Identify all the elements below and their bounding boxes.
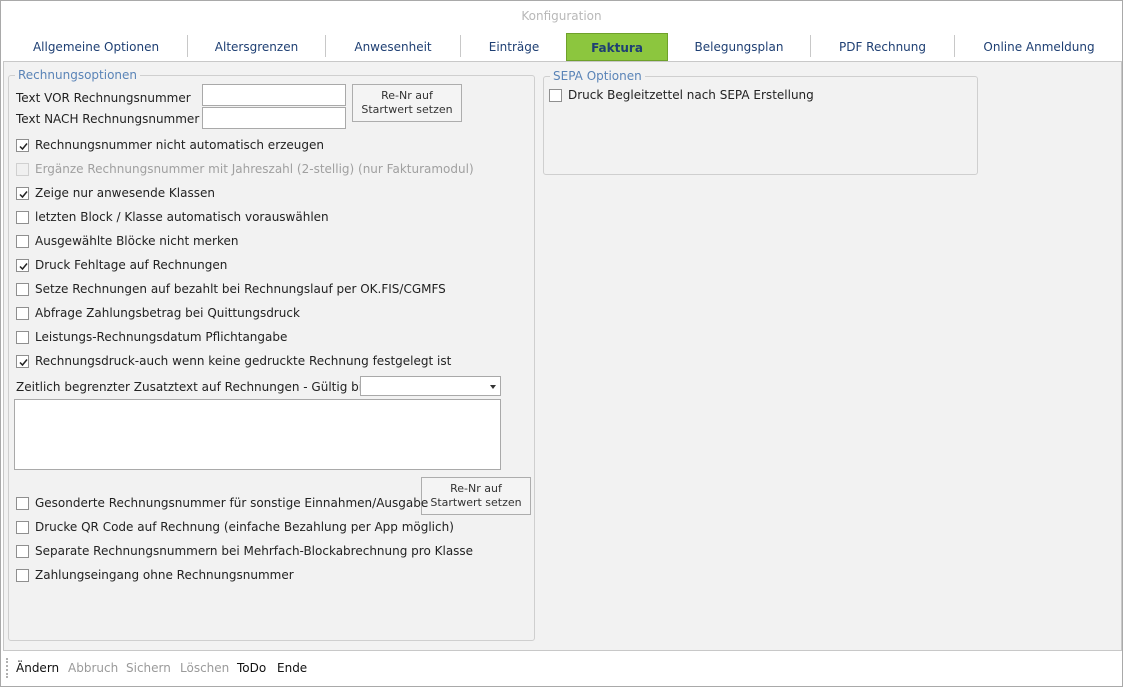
checkbox-row[interactable]: Rechnungsdruck-auch wenn keine gedruckte… — [16, 353, 451, 369]
tab-faktura[interactable]: Faktura — [566, 33, 668, 61]
checkbox-unchecked[interactable] — [16, 330, 29, 344]
group-title-rechnungsoptionen: Rechnungsoptionen — [15, 68, 141, 82]
checkbox-label: Leistungs-Rechnungsdatum Pflichtangabe — [35, 330, 288, 344]
bottom-toolbar: Ändern Abbruch Sichern Löschen ToDo Ende — [1, 652, 1122, 686]
checkbox-checked[interactable] — [16, 258, 29, 272]
checkbox-checked[interactable] — [16, 354, 29, 368]
checkbox-label: Zeige nur anwesende Klassen — [35, 186, 215, 200]
checkbox-row[interactable]: Rechnungsnummer nicht automatisch erzeug… — [16, 137, 324, 153]
renr-startwert-button-2[interactable]: Re-Nr auf Startwert setzen — [421, 477, 531, 515]
checkbox-unchecked[interactable] — [16, 496, 29, 510]
sepa-optionen-group: SEPA Optionen Druck Begleitzettel nach S… — [543, 69, 978, 175]
tab-content-faktura: Rechnungsoptionen Text VOR Rechnungsnumm… — [3, 61, 1122, 651]
checkbox-unchecked[interactable] — [16, 544, 29, 558]
checkbox-row[interactable]: Separate Rechnungsnummern bei Mehrfach-B… — [16, 543, 473, 559]
checkbox-row[interactable]: Leistungs-Rechnungsdatum Pflichtangabe — [16, 329, 287, 345]
aendern-button[interactable]: Ändern — [16, 661, 59, 675]
checkbox-row[interactable]: Druck Fehltage auf Rechnungen — [16, 257, 227, 273]
checkbox-checked[interactable] — [16, 138, 29, 152]
checkbox-label: Ergänze Rechnungsnummer mit Jahreszahl (… — [35, 162, 474, 176]
checkbox-label: Abfrage Zahlungsbetrag bei Quittungsdruc… — [35, 306, 300, 320]
checkbox-unchecked[interactable] — [16, 282, 29, 296]
checkbox-row[interactable]: Druck Begleitzettel nach SEPA Erstellung — [549, 87, 814, 103]
checkbox-label: Setze Rechnungen auf bezahlt bei Rechnun… — [35, 282, 446, 296]
checkbox-label: Zahlungseingang ohne Rechnungsnummer — [35, 568, 294, 582]
checkbox-label: Rechnungsdruck-auch wenn keine gedruckte… — [35, 354, 452, 368]
checkbox-unchecked[interactable] — [16, 210, 29, 224]
rechnungsoptionen-group: Rechnungsoptionen Text VOR Rechnungsnumm… — [8, 68, 535, 641]
checkbox-unchecked[interactable] — [549, 88, 562, 102]
checkbox-unchecked[interactable] — [16, 234, 29, 248]
tab-altersgrenzen[interactable]: Altersgrenzen — [188, 33, 325, 61]
text-nach-label: Text NACH Rechnungsnummer — [16, 112, 200, 126]
zusatztext-date-select[interactable] — [360, 376, 501, 396]
abbruch-button[interactable]: Abbruch — [68, 661, 118, 675]
checkbox-label: Druck Begleitzettel nach SEPA Erstellung — [568, 88, 814, 102]
checkbox-row[interactable]: Zeige nur anwesende Klassen — [16, 185, 215, 201]
todo-button[interactable]: ToDo — [237, 661, 266, 675]
toolbar-grip-icon — [6, 658, 8, 678]
tab-online-anmeldung[interactable]: Online Anmeldung — [955, 33, 1123, 61]
checkbox-unchecked[interactable] — [16, 306, 29, 320]
text-vor-label: Text VOR Rechnungsnummer — [16, 91, 191, 105]
checkbox-row[interactable]: Ausgewählte Blöcke nicht merken — [16, 233, 238, 249]
group-title-sepa: SEPA Optionen — [550, 69, 645, 83]
checkbox-row[interactable]: letzten Block / Klasse automatisch vorau… — [16, 209, 329, 225]
chevron-down-icon[interactable] — [490, 385, 496, 389]
zusatztext-textarea[interactable] — [14, 399, 501, 470]
checkbox-label: Drucke QR Code auf Rechnung (einfache Be… — [35, 520, 454, 534]
tab-allgemeine-optionen[interactable]: Allgemeine Optionen — [5, 33, 187, 61]
checkbox-row[interactable]: Setze Rechnungen auf bezahlt bei Rechnun… — [16, 281, 446, 297]
tab-eintraege[interactable]: Einträge — [461, 33, 567, 61]
checkbox-disabled — [16, 162, 29, 176]
checkbox-unchecked[interactable] — [16, 568, 29, 582]
renr-startwert-button[interactable]: Re-Nr auf Startwert setzen — [352, 84, 462, 122]
zusatztext-label: Zeitlich begrenzter Zusatztext auf Rechn… — [16, 380, 369, 394]
checkbox-label: Ausgewählte Blöcke nicht merken — [35, 234, 239, 248]
checkbox-row: Ergänze Rechnungsnummer mit Jahreszahl (… — [16, 161, 474, 177]
checkbox-label: Separate Rechnungsnummern bei Mehrfach-B… — [35, 544, 474, 558]
tab-belegungsplan[interactable]: Belegungsplan — [668, 33, 810, 61]
tab-bar: Allgemeine Optionen Altersgrenzen Anwese… — [5, 33, 1122, 61]
text-nach-input[interactable] — [202, 107, 346, 129]
config-window: Konfiguration Allgemeine Optionen Alters… — [0, 0, 1123, 687]
loeschen-button[interactable]: Löschen — [180, 661, 229, 675]
checkbox-label: Rechnungsnummer nicht automatisch erzeug… — [35, 138, 325, 152]
checkbox-unchecked[interactable] — [16, 520, 29, 534]
checkbox-label: letzten Block / Klasse automatisch vorau… — [35, 210, 329, 224]
window-title: Konfiguration — [521, 9, 602, 23]
tab-anwesenheit[interactable]: Anwesenheit — [326, 33, 460, 61]
checkbox-label: Druck Fehltage auf Rechnungen — [35, 258, 228, 272]
checkbox-row[interactable]: Drucke QR Code auf Rechnung (einfache Be… — [16, 519, 454, 535]
ende-button[interactable]: Ende — [277, 661, 307, 675]
tab-pdf-rechnung[interactable]: PDF Rechnung — [811, 33, 954, 61]
checkbox-row[interactable]: Abfrage Zahlungsbetrag bei Quittungsdruc… — [16, 305, 300, 321]
checkbox-label: Gesonderte Rechnungsnummer für sonstige … — [35, 496, 429, 510]
text-vor-input[interactable] — [202, 84, 346, 106]
checkbox-row[interactable]: Gesonderte Rechnungsnummer für sonstige … — [16, 495, 428, 511]
sichern-button[interactable]: Sichern — [126, 661, 171, 675]
checkbox-row[interactable]: Zahlungseingang ohne Rechnungsnummer — [16, 567, 294, 583]
checkbox-checked[interactable] — [16, 186, 29, 200]
